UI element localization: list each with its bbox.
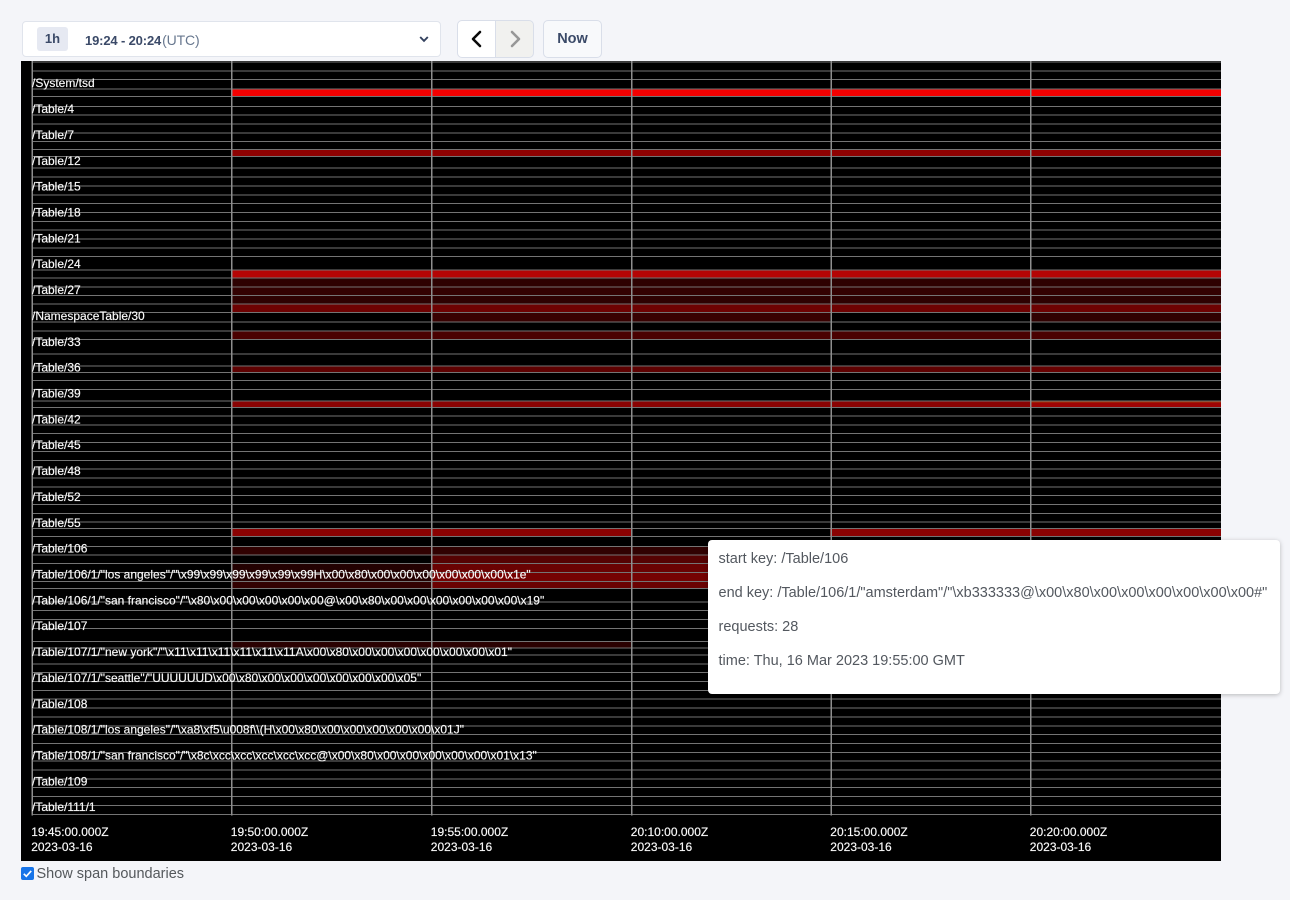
svg-text:19:55:00.000Z: 19:55:00.000Z <box>431 825 508 839</box>
svg-text:/Table/111/1: /Table/111/1 <box>32 800 96 814</box>
svg-text:/Table/21: /Table/21 <box>32 231 81 245</box>
svg-text:/Table/24: /Table/24 <box>32 257 81 271</box>
svg-text:2023-03-16: 2023-03-16 <box>830 840 892 854</box>
svg-text:/Table/108/1/"los angeles"/"\x: /Table/108/1/"los angeles"/"\xa8\xf5\u00… <box>32 723 464 737</box>
svg-text:2023-03-16: 2023-03-16 <box>631 840 693 854</box>
svg-text:/NamespaceTable/30: /NamespaceTable/30 <box>32 309 145 323</box>
svg-text:20:15:00.000Z: 20:15:00.000Z <box>830 825 907 839</box>
svg-text:/Table/12: /Table/12 <box>32 154 81 168</box>
svg-text:2023-03-16: 2023-03-16 <box>1030 840 1092 854</box>
svg-text:/Table/4: /Table/4 <box>32 102 74 116</box>
svg-text:/Table/27: /Table/27 <box>32 283 81 297</box>
svg-text:19:50:00.000Z: 19:50:00.000Z <box>231 825 308 839</box>
svg-text:/Table/106: /Table/106 <box>32 542 88 556</box>
svg-text:/Table/15: /Table/15 <box>32 180 81 194</box>
svg-text:/Table/48: /Table/48 <box>32 464 81 478</box>
svg-text:/Table/108: /Table/108 <box>32 697 88 711</box>
svg-text:/Table/45: /Table/45 <box>32 438 81 452</box>
svg-text:/Table/39: /Table/39 <box>32 387 81 401</box>
svg-text:/Table/107/1/"new york"/"\x11\: /Table/107/1/"new york"/"\x11\x11\x11\x1… <box>32 645 512 659</box>
svg-text:/Table/107: /Table/107 <box>32 619 88 633</box>
svg-text:/Table/107/1/"seattle"/"UUUUUU: /Table/107/1/"seattle"/"UUUUUUD\x00\x80\… <box>32 671 421 685</box>
svg-text:/Table/109: /Table/109 <box>32 774 88 788</box>
svg-text:/Table/42: /Table/42 <box>32 412 81 426</box>
svg-text:/Table/36: /Table/36 <box>32 361 81 375</box>
svg-text:2023-03-16: 2023-03-16 <box>431 840 493 854</box>
svg-text:19:45:00.000Z: 19:45:00.000Z <box>31 825 108 839</box>
svg-text:/System/tsd: /System/tsd <box>32 76 95 90</box>
svg-text:/Table/108/1/"san francisco"/": /Table/108/1/"san francisco"/"\x8c\xcc\x… <box>32 749 537 763</box>
svg-text:/Table/18: /Table/18 <box>32 206 81 220</box>
svg-text:/Table/7: /Table/7 <box>32 128 74 142</box>
svg-text:20:10:00.000Z: 20:10:00.000Z <box>631 825 708 839</box>
svg-text:/Table/106/1/"san francisco"/": /Table/106/1/"san francisco"/"\x80\x00\x… <box>32 593 544 607</box>
svg-text:/Table/52: /Table/52 <box>32 490 81 504</box>
svg-text:2023-03-16: 2023-03-16 <box>31 840 93 854</box>
svg-text:/Table/106/1/"los angeles"/"\x: /Table/106/1/"los angeles"/"\x99\x99\x99… <box>32 568 531 582</box>
svg-text:2023-03-16: 2023-03-16 <box>231 840 293 854</box>
svg-text:/Table/33: /Table/33 <box>32 335 81 349</box>
svg-text:20:20:00.000Z: 20:20:00.000Z <box>1030 825 1107 839</box>
svg-text:/Table/55: /Table/55 <box>32 516 81 530</box>
